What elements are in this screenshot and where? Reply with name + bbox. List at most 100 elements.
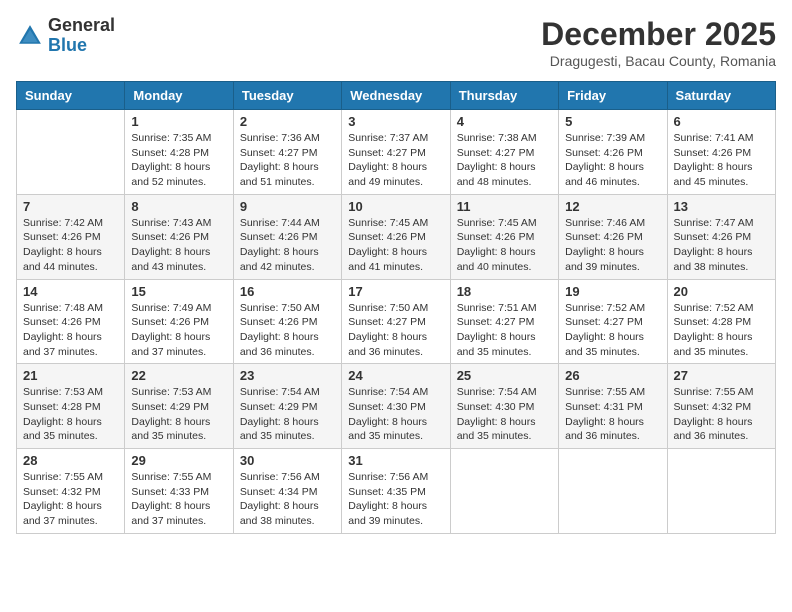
- logo: General Blue: [16, 16, 115, 56]
- header-friday: Friday: [559, 82, 667, 110]
- day-info: Sunrise: 7:54 AMSunset: 4:30 PMDaylight:…: [457, 385, 552, 444]
- day-number: 2: [240, 114, 335, 129]
- day-info: Sunrise: 7:55 AMSunset: 4:33 PMDaylight:…: [131, 470, 226, 529]
- calendar-cell: 23Sunrise: 7:54 AMSunset: 4:29 PMDayligh…: [233, 364, 341, 449]
- day-number: 1: [131, 114, 226, 129]
- calendar-cell: 24Sunrise: 7:54 AMSunset: 4:30 PMDayligh…: [342, 364, 450, 449]
- day-info: Sunrise: 7:42 AMSunset: 4:26 PMDaylight:…: [23, 216, 118, 275]
- calendar-cell: [450, 449, 558, 534]
- day-info: Sunrise: 7:49 AMSunset: 4:26 PMDaylight:…: [131, 301, 226, 360]
- day-number: 19: [565, 284, 660, 299]
- day-info: Sunrise: 7:39 AMSunset: 4:26 PMDaylight:…: [565, 131, 660, 190]
- day-info: Sunrise: 7:47 AMSunset: 4:26 PMDaylight:…: [674, 216, 769, 275]
- calendar-cell: 7 Sunrise: 7:42 AMSunset: 4:26 PMDaylight…: [17, 194, 125, 279]
- day-info: Sunrise: 7:54 AMSunset: 4:29 PMDaylight:…: [240, 385, 335, 444]
- week-row-1: 7 Sunrise: 7:42 AMSunset: 4:26 PMDaylight…: [17, 194, 776, 279]
- day-info: Sunrise: 7:55 AMSunset: 4:32 PMDaylight:…: [23, 470, 118, 529]
- day-number: 21: [23, 368, 118, 383]
- day-number: 9: [240, 199, 335, 214]
- calendar-cell: 31 Sunrise: 7:56 AMSunset: 4:35 PMDayligh…: [342, 449, 450, 534]
- calendar-cell: 8 Sunrise: 7:43 AMSunset: 4:26 PMDaylight…: [125, 194, 233, 279]
- calendar-cell: 15 Sunrise: 7:49 AMSunset: 4:26 PMDayligh…: [125, 279, 233, 364]
- day-info: Sunrise: 7:35 AMSunset: 4:28 PMDaylight:…: [131, 131, 226, 190]
- calendar-cell: 10 Sunrise: 7:45 AMSunset: 4:26 PMDayligh…: [342, 194, 450, 279]
- day-info: Sunrise: 7:56 AMSunset: 4:35 PMDaylight:…: [348, 470, 443, 529]
- day-number: 12: [565, 199, 660, 214]
- week-row-3: 21 Sunrise: 7:53 AMSunset: 4:28 PMDayligh…: [17, 364, 776, 449]
- header-saturday: Saturday: [667, 82, 775, 110]
- calendar-cell: [17, 110, 125, 195]
- day-number: 29: [131, 453, 226, 468]
- day-info: Sunrise: 7:45 AMSunset: 4:26 PMDaylight:…: [457, 216, 552, 275]
- day-number: 27: [674, 368, 769, 383]
- calendar-cell: 28 Sunrise: 7:55 AMSunset: 4:32 PMDayligh…: [17, 449, 125, 534]
- day-number: 31: [348, 453, 443, 468]
- day-info: Sunrise: 7:41 AMSunset: 4:26 PMDaylight:…: [674, 131, 769, 190]
- header-sunday: Sunday: [17, 82, 125, 110]
- day-number: 11: [457, 199, 552, 214]
- day-info: Sunrise: 7:52 AMSunset: 4:28 PMDaylight:…: [674, 301, 769, 360]
- calendar-cell: 2 Sunrise: 7:36 AMSunset: 4:27 PMDaylight…: [233, 110, 341, 195]
- day-info: Sunrise: 7:53 AMSunset: 4:28 PMDaylight:…: [23, 385, 118, 444]
- header-tuesday: Tuesday: [233, 82, 341, 110]
- logo-text: General Blue: [48, 16, 115, 56]
- day-info: Sunrise: 7:51 AMSunset: 4:27 PMDaylight:…: [457, 301, 552, 360]
- day-number: 25: [457, 368, 552, 383]
- day-info: Sunrise: 7:37 AMSunset: 4:27 PMDaylight:…: [348, 131, 443, 190]
- calendar-cell: 3 Sunrise: 7:37 AMSunset: 4:27 PMDaylight…: [342, 110, 450, 195]
- title-block: December 2025 Dragugesti, Bacau County, …: [541, 16, 776, 69]
- day-info: Sunrise: 7:45 AMSunset: 4:26 PMDaylight:…: [348, 216, 443, 275]
- day-number: 7: [23, 199, 118, 214]
- day-number: 5: [565, 114, 660, 129]
- header-monday: Monday: [125, 82, 233, 110]
- logo-icon: [16, 22, 44, 50]
- calendar-cell: 6 Sunrise: 7:41 AMSunset: 4:26 PMDaylight…: [667, 110, 775, 195]
- day-info: Sunrise: 7:43 AMSunset: 4:26 PMDaylight:…: [131, 216, 226, 275]
- day-info: Sunrise: 7:38 AMSunset: 4:27 PMDaylight:…: [457, 131, 552, 190]
- day-number: 30: [240, 453, 335, 468]
- calendar-cell: 1 Sunrise: 7:35 AMSunset: 4:28 PMDaylight…: [125, 110, 233, 195]
- day-number: 10: [348, 199, 443, 214]
- calendar-table: SundayMondayTuesdayWednesdayThursdayFrid…: [16, 81, 776, 534]
- logo-blue: Blue: [48, 35, 87, 55]
- day-info: Sunrise: 7:36 AMSunset: 4:27 PMDaylight:…: [240, 131, 335, 190]
- day-info: Sunrise: 7:50 AMSunset: 4:27 PMDaylight:…: [348, 301, 443, 360]
- day-number: 20: [674, 284, 769, 299]
- calendar-cell: 5 Sunrise: 7:39 AMSunset: 4:26 PMDaylight…: [559, 110, 667, 195]
- calendar-cell: 27Sunrise: 7:55 AMSunset: 4:32 PMDayligh…: [667, 364, 775, 449]
- month-title: December 2025: [541, 16, 776, 53]
- week-row-4: 28 Sunrise: 7:55 AMSunset: 4:32 PMDayligh…: [17, 449, 776, 534]
- day-number: 22: [131, 368, 226, 383]
- day-number: 4: [457, 114, 552, 129]
- calendar-cell: 30 Sunrise: 7:56 AMSunset: 4:34 PMDayligh…: [233, 449, 341, 534]
- calendar-cell: 18Sunrise: 7:51 AMSunset: 4:27 PMDayligh…: [450, 279, 558, 364]
- day-number: 13: [674, 199, 769, 214]
- calendar-cell: 13 Sunrise: 7:47 AMSunset: 4:26 PMDayligh…: [667, 194, 775, 279]
- day-number: 8: [131, 199, 226, 214]
- calendar-cell: 20 Sunrise: 7:52 AMSunset: 4:28 PMDayligh…: [667, 279, 775, 364]
- day-info: Sunrise: 7:52 AMSunset: 4:27 PMDaylight:…: [565, 301, 660, 360]
- day-info: Sunrise: 7:50 AMSunset: 4:26 PMDaylight:…: [240, 301, 335, 360]
- calendar-cell: 26Sunrise: 7:55 AMSunset: 4:31 PMDayligh…: [559, 364, 667, 449]
- header-wednesday: Wednesday: [342, 82, 450, 110]
- page-header: General Blue December 2025 Dragugesti, B…: [16, 16, 776, 69]
- calendar-cell: 4 Sunrise: 7:38 AMSunset: 4:27 PMDaylight…: [450, 110, 558, 195]
- calendar-cell: 16Sunrise: 7:50 AMSunset: 4:26 PMDayligh…: [233, 279, 341, 364]
- day-info: Sunrise: 7:53 AMSunset: 4:29 PMDaylight:…: [131, 385, 226, 444]
- day-number: 6: [674, 114, 769, 129]
- location-subtitle: Dragugesti, Bacau County, Romania: [541, 53, 776, 69]
- day-info: Sunrise: 7:44 AMSunset: 4:26 PMDaylight:…: [240, 216, 335, 275]
- calendar-cell: 17Sunrise: 7:50 AMSunset: 4:27 PMDayligh…: [342, 279, 450, 364]
- calendar-cell: [667, 449, 775, 534]
- header-thursday: Thursday: [450, 82, 558, 110]
- calendar-cell: [559, 449, 667, 534]
- calendar-cell: 12Sunrise: 7:46 AMSunset: 4:26 PMDayligh…: [559, 194, 667, 279]
- day-number: 24: [348, 368, 443, 383]
- day-number: 15: [131, 284, 226, 299]
- day-number: 3: [348, 114, 443, 129]
- calendar-cell: 11 Sunrise: 7:45 AMSunset: 4:26 PMDayligh…: [450, 194, 558, 279]
- day-number: 28: [23, 453, 118, 468]
- calendar-cell: 9 Sunrise: 7:44 AMSunset: 4:26 PMDaylight…: [233, 194, 341, 279]
- day-info: Sunrise: 7:56 AMSunset: 4:34 PMDaylight:…: [240, 470, 335, 529]
- calendar-cell: 29 Sunrise: 7:55 AMSunset: 4:33 PMDayligh…: [125, 449, 233, 534]
